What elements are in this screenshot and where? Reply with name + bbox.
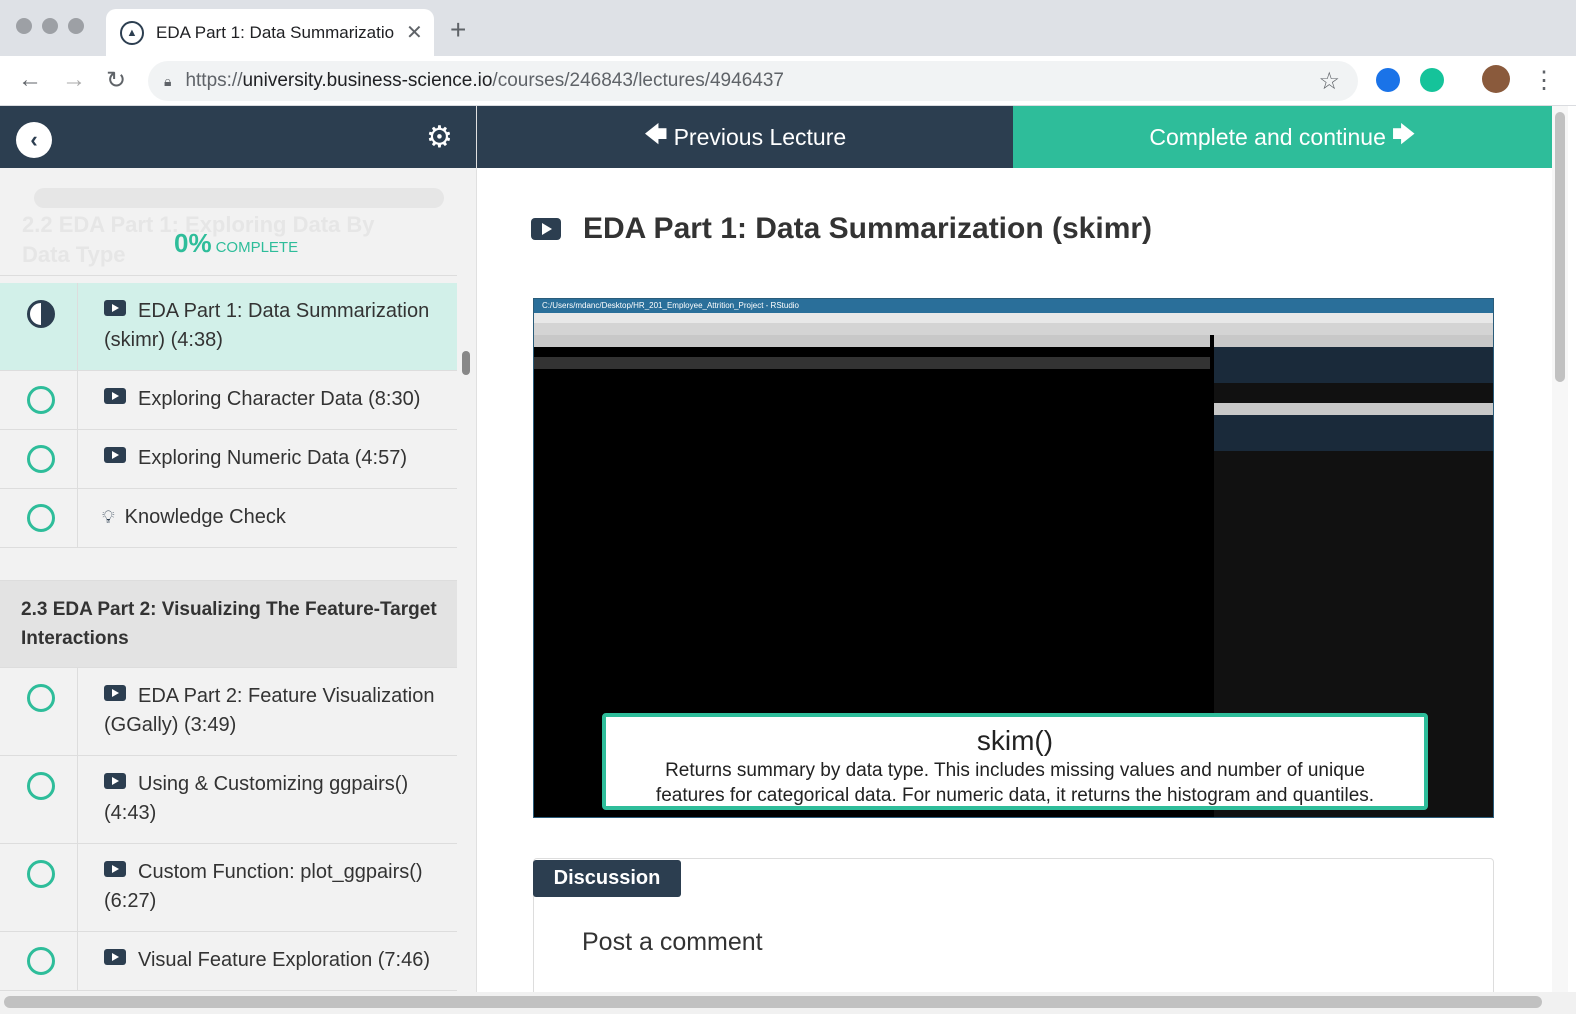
scrollbar-thumb[interactable]	[1555, 112, 1565, 382]
course-sidebar: ‹ ⚙ 2.2 EDA Part 1: Exploring Data By Da…	[0, 106, 477, 992]
video-icon	[104, 685, 126, 701]
incomplete-circle-icon	[27, 504, 55, 532]
list-item[interactable]: Custom Function: plot_ggpairs() (6:27)	[0, 844, 457, 932]
lecture-list: EDA Part 1: Data Summarization (skimr) (…	[0, 283, 457, 991]
lightbulb-icon: 💡︎	[102, 507, 115, 527]
video-icon	[104, 773, 126, 789]
page-vertical-scrollbar[interactable]	[1552, 106, 1568, 992]
zoom-extension-icon[interactable]	[1376, 68, 1400, 92]
sidebar-header: ‹ ⚙	[0, 106, 476, 168]
video-player[interactable]: C:/Users/mdanc/Desktop/HR_201_Employee_A…	[533, 298, 1494, 818]
tab-title: EDA Part 1: Data Summarizatio	[156, 22, 395, 42]
list-item[interactable]: Exploring Character Data (8:30)	[0, 371, 457, 430]
forward-arrow-icon[interactable]: →	[62, 66, 86, 94]
list-item[interactable]: Visual Feature Exploration (7:46)	[0, 932, 457, 991]
video-icon	[531, 218, 561, 240]
page-title: EDA Part 1: Data Summarization (skimr)	[531, 212, 1152, 246]
list-item[interactable]: Exploring Numeric Data (4:57)	[0, 430, 457, 489]
list-item[interactable]: 💡︎ Knowledge Check	[0, 489, 457, 548]
more-menu-icon[interactable]: ⋮	[1532, 66, 1556, 95]
browser-toolbar: ← → ↻ 🔒︎ https://university.business-sci…	[0, 56, 1576, 106]
video-frame-menu	[534, 313, 1493, 323]
incomplete-circle-icon	[27, 860, 55, 888]
callout-title: skim()	[976, 725, 1054, 756]
list-item[interactable]: EDA Part 2: Feature Visualization (GGall…	[0, 668, 457, 756]
zoom-window-button[interactable]	[68, 18, 84, 34]
site-favicon-icon: ▲	[120, 20, 144, 45]
list-item[interactable]: Using & Customizing ggpairs() (4:43)	[0, 756, 457, 844]
sidebar-scrollbar[interactable]	[462, 351, 470, 375]
arrow-left-icon: 🡄	[643, 120, 668, 147]
video-icon	[104, 949, 126, 965]
incomplete-circle-icon	[27, 947, 55, 975]
incomplete-circle-icon	[27, 386, 55, 414]
gear-icon[interactable]: ⚙	[426, 120, 453, 155]
page-horizontal-scrollbar[interactable]	[0, 992, 1576, 1014]
lecture-nav: 🡄 Previous Lecture Complete and continue 🡆	[477, 106, 1552, 168]
back-to-course-button[interactable]: ‹	[16, 122, 52, 158]
arrow-right-icon: 🡆	[1391, 120, 1416, 147]
incomplete-circle-icon	[27, 772, 55, 800]
new-tab-icon[interactable]: +	[450, 14, 466, 46]
callout-line-1: Returns summary by data type. This inclu…	[665, 760, 1365, 781]
url-text: https://university.business-science.io/c…	[185, 70, 784, 91]
close-window-button[interactable]	[16, 18, 32, 34]
video-caption-callout: skim() Returns summary by data type. Thi…	[602, 713, 1428, 810]
video-icon	[104, 300, 126, 316]
video-icon	[104, 447, 126, 463]
bookmark-star-icon[interactable]: ☆	[1318, 67, 1340, 96]
browser-tab[interactable]: ▲ EDA Part 1: Data Summarizatio ✕	[106, 9, 434, 56]
window-controls[interactable]	[16, 18, 84, 34]
lock-icon: 🔒︎	[164, 72, 172, 89]
previous-lecture-button[interactable]: 🡄 Previous Lecture	[477, 106, 1013, 168]
in-progress-icon	[27, 300, 55, 328]
back-arrow-icon[interactable]: ←	[18, 66, 42, 94]
incomplete-circle-icon	[27, 684, 55, 712]
callout-line-2: features for categorical data. For numer…	[655, 785, 1375, 806]
video-icon	[104, 861, 126, 877]
post-comment-heading: Post a comment	[582, 928, 763, 956]
video-icon	[104, 388, 126, 404]
video-frame-toolbar	[534, 323, 1493, 335]
progress-bar	[34, 188, 444, 208]
video-frame-window-title: C:/Users/mdanc/Desktop/HR_201_Employee_A…	[534, 299, 1493, 313]
address-bar[interactable]: 🔒︎ https://university.business-science.i…	[148, 61, 1358, 101]
section-title: 2.3 EDA Part 2: Visualizing The Feature-…	[0, 581, 457, 668]
reload-icon[interactable]: ↻	[106, 66, 126, 95]
grammarly-extension-icon[interactable]	[1420, 68, 1444, 92]
lecture-content: EDA Part 1: Data Summarization (skimr) C…	[477, 168, 1552, 992]
minimize-window-button[interactable]	[42, 18, 58, 34]
browser-tab-strip: ▲ EDA Part 1: Data Summarizatio ✕ +	[0, 0, 1576, 56]
incomplete-circle-icon	[27, 445, 55, 473]
profile-avatar[interactable]	[1482, 65, 1510, 93]
close-tab-icon[interactable]: ✕	[406, 20, 423, 45]
scrollbar-thumb[interactable]	[4, 996, 1542, 1008]
course-progress: 2.2 EDA Part 1: Exploring Data By Data T…	[0, 168, 457, 276]
discussion-tab[interactable]: Discussion	[533, 860, 681, 897]
complete-and-continue-button[interactable]: Complete and continue 🡆	[1013, 106, 1552, 168]
course-player: ‹ ⚙ 2.2 EDA Part 1: Exploring Data By Da…	[0, 106, 1552, 992]
progress-percent: 0% COMPLETE	[174, 228, 299, 258]
list-item[interactable]: EDA Part 1: Data Summarization (skimr) (…	[0, 283, 457, 371]
